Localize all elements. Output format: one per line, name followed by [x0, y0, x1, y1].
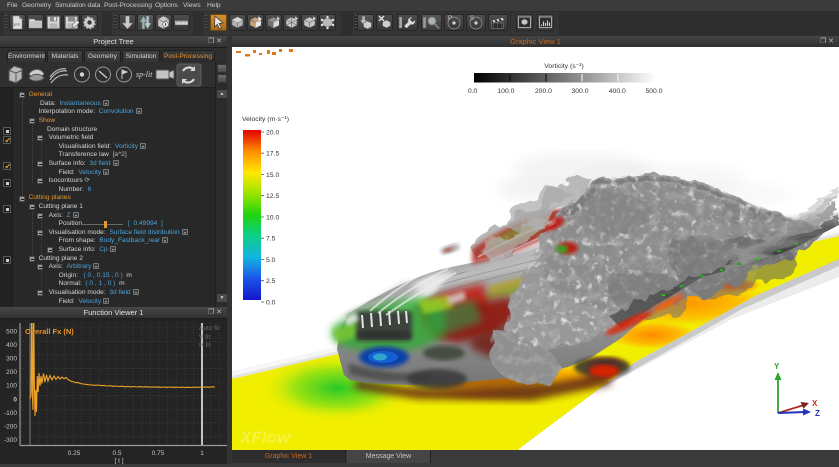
svg-text:P: P — [448, 16, 452, 22]
svg-text:V fit: V fit — [199, 334, 210, 341]
svg-text:Z: Z — [815, 409, 820, 418]
svg-text:5.0: 5.0 — [266, 257, 276, 264]
svg-text:Vorticity (s⁻¹): Vorticity (s⁻¹) — [544, 63, 583, 70]
svg-text:500: 500 — [6, 328, 17, 335]
svg-text:0.5: 0.5 — [112, 450, 121, 457]
svg-text:0.0: 0.0 — [468, 88, 478, 95]
svg-text:0.25: 0.25 — [68, 450, 81, 457]
svg-text:2.5: 2.5 — [266, 278, 276, 285]
svg-text:400.0: 400.0 — [609, 88, 626, 95]
svg-text:X: X — [812, 399, 818, 408]
svg-text:20.0: 20.0 — [266, 130, 279, 137]
svg-text:-300: -300 — [4, 437, 17, 444]
svg-text:-200: -200 — [4, 424, 17, 431]
svg-text:Y: Y — [774, 362, 780, 371]
svg-text:H fit: H fit — [199, 342, 211, 349]
svg-text:0.0: 0.0 — [266, 300, 276, 307]
svg-text:12.5: 12.5 — [266, 193, 279, 200]
svg-text:XFP: XFP — [13, 23, 20, 27]
svg-text:100.0: 100.0 — [497, 88, 514, 95]
svg-text:400: 400 — [6, 342, 17, 349]
svg-text:300: 300 — [6, 356, 17, 363]
svg-text:15.0: 15.0 — [266, 172, 279, 179]
svg-text:Overall Fx (N): Overall Fx (N) — [25, 327, 74, 336]
svg-text:200: 200 — [6, 369, 17, 376]
svg-text:7.5: 7.5 — [266, 236, 276, 243]
svg-text:17.5: 17.5 — [266, 151, 279, 158]
svg-text:XFlow: XFlow — [239, 428, 292, 447]
svg-text:100: 100 — [6, 383, 17, 390]
svg-text:1: 1 — [200, 450, 204, 457]
svg-text:-100: -100 — [4, 410, 17, 417]
svg-text:0: 0 — [13, 396, 17, 403]
svg-text:10.0: 10.0 — [266, 215, 279, 222]
svg-text:200.0: 200.0 — [535, 88, 552, 95]
svg-text:0.75: 0.75 — [152, 450, 165, 457]
svg-text:Auto fit: Auto fit — [199, 325, 219, 332]
svg-text:sp-lit: sp-lit — [136, 70, 153, 79]
svg-text:300.0: 300.0 — [571, 88, 588, 95]
svg-text:Velocity (m·s⁻¹): Velocity (m·s⁻¹) — [242, 116, 289, 123]
svg-text:500.0: 500.0 — [645, 88, 662, 95]
svg-text:S: S — [470, 16, 474, 22]
